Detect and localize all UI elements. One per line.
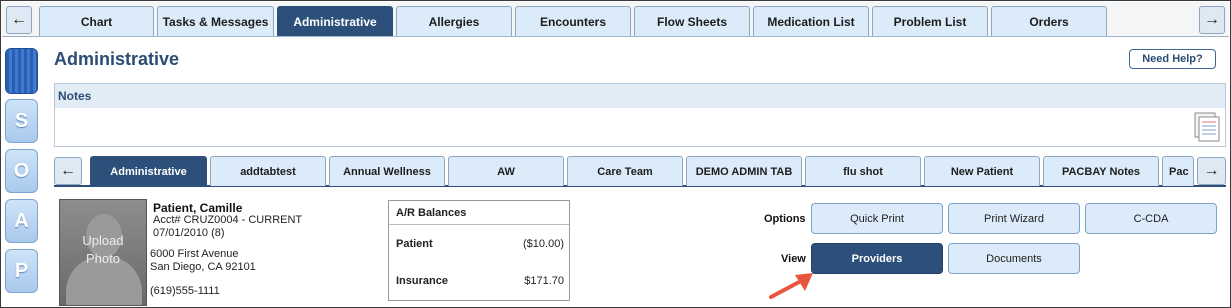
- ar-insurance-value: $171.70: [524, 275, 564, 287]
- patient-address-line2: San Diego, CA 92101: [150, 261, 256, 273]
- notes-panel: Notes: [54, 83, 1226, 147]
- tab-flow-sheets[interactable]: Flow Sheets: [634, 6, 750, 36]
- subtab-addtabtest[interactable]: addtabtest: [210, 156, 326, 186]
- patient-address-line1: 6000 First Avenue: [150, 248, 239, 260]
- patient-account: Acct# CRUZ0004 - CURRENT: [153, 214, 303, 226]
- upload-photo-placeholder[interactable]: Upload Photo: [59, 199, 147, 306]
- upload-photo-line2: Photo: [86, 251, 120, 266]
- page-title: Administrative: [54, 49, 180, 69]
- view-label: View: [781, 253, 806, 265]
- options-label: Options: [764, 213, 806, 225]
- soap-p-button[interactable]: P: [5, 249, 38, 293]
- providers-button[interactable]: Providers: [811, 243, 943, 274]
- tab-orders[interactable]: Orders: [991, 6, 1107, 36]
- subtab-aw[interactable]: AW: [448, 156, 564, 186]
- ar-patient-label: Patient: [396, 238, 433, 250]
- patient-phone: (619)555-1111: [150, 285, 220, 297]
- subtab-demo-admin-tab[interactable]: DEMO ADMIN TAB: [686, 156, 802, 186]
- ar-patient-row: Patient ($10.00): [396, 238, 564, 250]
- soap-o-button[interactable]: O: [5, 149, 38, 193]
- tab-medication-list[interactable]: Medication List: [753, 6, 869, 36]
- upload-photo-line1: Upload: [82, 233, 124, 248]
- ar-insurance-label: Insurance: [396, 275, 448, 287]
- print-wizard-button[interactable]: Print Wizard: [948, 203, 1080, 234]
- subtab-pac-truncated[interactable]: Pac: [1162, 156, 1194, 186]
- soap-a-button[interactable]: A: [5, 199, 38, 243]
- tabs-next-arrow-icon[interactable]: →: [1199, 6, 1225, 34]
- tabs-prev-arrow-icon[interactable]: ←: [6, 6, 32, 34]
- ar-balances-panel: A/R Balances Patient ($10.00) Insurance …: [388, 200, 570, 301]
- quick-print-button[interactable]: Quick Print: [811, 203, 943, 234]
- subtab-care-team[interactable]: Care Team: [567, 156, 683, 186]
- tab-allergies[interactable]: Allergies: [396, 6, 512, 36]
- subtab-new-patient[interactable]: New Patient: [924, 156, 1040, 186]
- app-window: ← Chart Tasks & Messages Administrative …: [0, 0, 1231, 308]
- tab-problem-list[interactable]: Problem List: [872, 6, 988, 36]
- soap-s-button[interactable]: S: [5, 99, 38, 143]
- ar-patient-value: ($10.00): [523, 238, 564, 250]
- tab-chart[interactable]: Chart: [39, 6, 154, 36]
- notes-title: Notes: [55, 84, 1225, 108]
- subtab-pacbay-notes[interactable]: PACBAY Notes: [1043, 156, 1159, 186]
- subtab-annual-wellness[interactable]: Annual Wellness: [329, 156, 445, 186]
- upload-photo-label: Upload Photo: [60, 232, 146, 268]
- tab-administrative[interactable]: Administrative: [277, 6, 393, 36]
- patient-name: Patient, Camille: [153, 201, 243, 215]
- subtab-administrative[interactable]: Administrative: [90, 156, 207, 186]
- subtab-flu-shot[interactable]: flu shot: [805, 156, 921, 186]
- tab-encounters[interactable]: Encounters: [515, 6, 631, 36]
- ar-balances-title: A/R Balances: [389, 201, 569, 225]
- tab-tasks-messages[interactable]: Tasks & Messages: [157, 6, 274, 36]
- soap-rail: S O A P: [2, 41, 40, 307]
- sub-tab-bar: ← Administrative addtabtest Annual Welln…: [54, 155, 1226, 187]
- subtabs-prev-arrow-icon[interactable]: ←: [54, 157, 82, 185]
- subtabs-next-arrow-icon[interactable]: →: [1197, 157, 1226, 185]
- patient-dob: 07/01/2010 (8): [153, 227, 225, 239]
- need-help-button[interactable]: Need Help?: [1129, 49, 1216, 69]
- notes-document-icon[interactable]: [1194, 112, 1220, 142]
- c-cda-button[interactable]: C-CDA: [1085, 203, 1217, 234]
- ar-insurance-row: Insurance $171.70: [396, 275, 564, 287]
- documents-button[interactable]: Documents: [948, 243, 1080, 274]
- top-tab-bar: ← Chart Tasks & Messages Administrative …: [2, 2, 1229, 37]
- annotation-arrow-icon: [769, 273, 813, 299]
- rail-menu-handle[interactable]: [5, 48, 38, 94]
